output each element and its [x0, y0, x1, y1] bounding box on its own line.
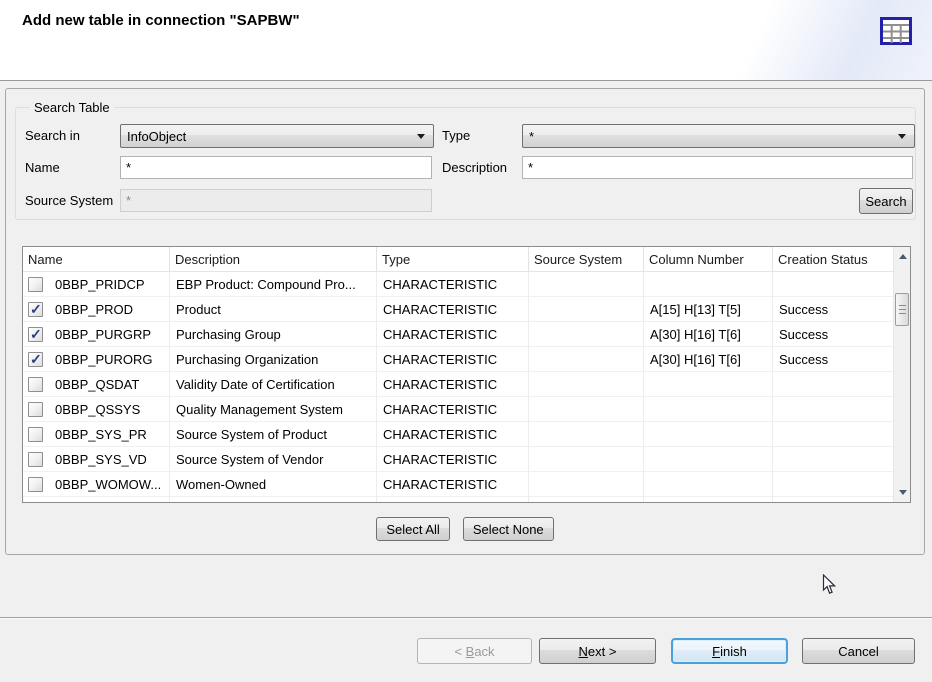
- chevron-down-icon: [417, 134, 425, 139]
- column-header-column-number[interactable]: Column Number: [644, 247, 773, 272]
- column-header-source-system[interactable]: Source System: [529, 247, 644, 272]
- table-row[interactable]: 0BBP_PROD Product CHARACTERISTIC A[15] H…: [23, 297, 893, 322]
- row-checkbox[interactable]: [28, 402, 43, 417]
- next-button[interactable]: Next >: [539, 638, 656, 664]
- search-button[interactable]: Search: [859, 188, 913, 214]
- selection-actions: Select All Select None: [6, 517, 924, 541]
- type-value: *: [523, 129, 898, 144]
- table-row[interactable]: 0BBP_SYS_PR Source System of Product CHA…: [23, 422, 893, 447]
- dialog-header: Add new table in connection "SAPBW": [0, 0, 932, 81]
- select-all-button[interactable]: Select All: [376, 517, 449, 541]
- cancel-button[interactable]: Cancel: [802, 638, 915, 664]
- dialog-content: Search Table Search in InfoObject Type *…: [0, 82, 932, 617]
- back-button: < Back: [417, 638, 532, 664]
- table-row[interactable]: 0BBP_QSSYS Quality Management System CHA…: [23, 397, 893, 422]
- name-label: Name: [25, 160, 60, 175]
- chevron-down-icon: [898, 134, 906, 139]
- page-title: Add new table in connection "SAPBW": [22, 12, 300, 29]
- row-checkbox[interactable]: [28, 277, 43, 292]
- row-checkbox[interactable]: [28, 477, 43, 492]
- row-checkbox[interactable]: [28, 377, 43, 392]
- column-header-type[interactable]: Type: [377, 247, 529, 272]
- results-table: Name Description Type Source System Colu…: [22, 246, 911, 503]
- row-checkbox[interactable]: [28, 352, 43, 367]
- row-checkbox[interactable]: [28, 452, 43, 467]
- table-row[interactable]: 0BBP_PURGRP Purchasing Group CHARACTERIS…: [23, 322, 893, 347]
- type-label: Type: [442, 128, 470, 143]
- column-header-creation-status[interactable]: Creation Status: [773, 247, 893, 272]
- table-row[interactable]: 0BBP_WOMOW... Women-Owned CHARACTERISTIC: [23, 472, 893, 497]
- scroll-up-button[interactable]: [894, 248, 911, 265]
- description-label: Description: [442, 160, 507, 175]
- source-system-label: Source System: [25, 193, 113, 208]
- arrow-up-icon: [899, 254, 907, 259]
- table-body: 0BBP_PRIDCP EBP Product: Compound Pro...…: [23, 272, 910, 497]
- finish-button[interactable]: Finish: [671, 638, 788, 664]
- table-row[interactable]: 0BBP_SYS_VD Source System of Vendor CHAR…: [23, 447, 893, 472]
- column-header-description[interactable]: Description: [170, 247, 377, 272]
- search-in-label: Search in: [25, 128, 80, 143]
- table-row[interactable]: 0BBP_QSDAT Validity Date of Certificatio…: [23, 372, 893, 397]
- wizard-button-bar: < Back Next > Finish Cancel: [0, 619, 932, 682]
- table-row-partial: [23, 497, 893, 503]
- scroll-down-button[interactable]: [894, 484, 911, 501]
- search-in-combobox[interactable]: InfoObject: [120, 124, 434, 148]
- table-row[interactable]: 0BBP_PURORG Purchasing Organization CHAR…: [23, 347, 893, 372]
- main-panel: Search Table Search in InfoObject Type *…: [5, 88, 925, 555]
- scrollbar-thumb[interactable]: [895, 293, 909, 326]
- select-none-button[interactable]: Select None: [463, 517, 554, 541]
- row-checkbox[interactable]: [28, 502, 43, 504]
- arrow-down-icon: [899, 490, 907, 495]
- table-row[interactable]: 0BBP_PRIDCP EBP Product: Compound Pro...…: [23, 272, 893, 297]
- source-system-input: [120, 189, 432, 212]
- type-combobox[interactable]: *: [522, 124, 915, 148]
- row-checkbox[interactable]: [28, 302, 43, 317]
- description-input[interactable]: [522, 156, 913, 179]
- table-header-row: Name Description Type Source System Colu…: [23, 247, 893, 272]
- row-checkbox[interactable]: [28, 327, 43, 342]
- table-icon: [880, 17, 912, 45]
- search-in-value: InfoObject: [121, 129, 417, 144]
- search-group-label: Search Table: [30, 100, 114, 115]
- row-checkbox[interactable]: [28, 427, 43, 442]
- vertical-scrollbar[interactable]: [893, 247, 910, 502]
- name-input[interactable]: [120, 156, 432, 179]
- column-header-name[interactable]: Name: [23, 247, 170, 272]
